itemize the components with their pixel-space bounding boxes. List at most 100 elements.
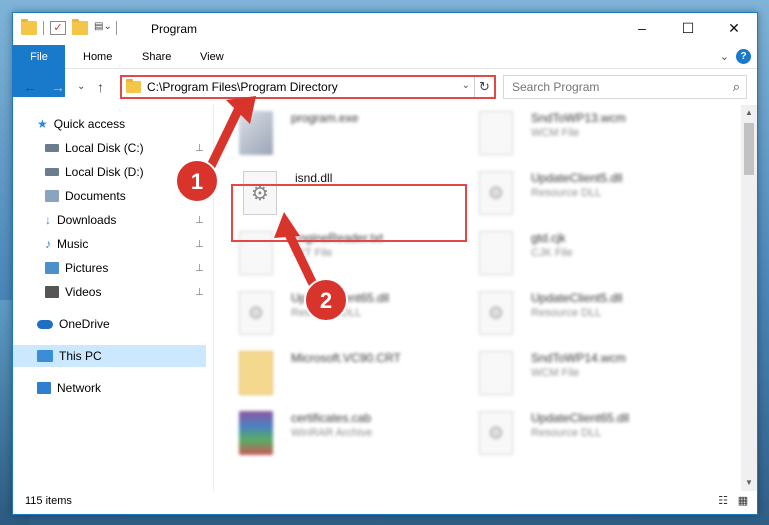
file-type: Resource DLL: [531, 307, 602, 319]
file-name: SndToWP13.wcm: [531, 111, 626, 125]
file-name: UpdateClient5.dll: [531, 291, 623, 305]
scroll-up-icon[interactable]: ▲: [741, 105, 757, 121]
file-type: TXT File: [291, 247, 333, 259]
file-name: isnd.dll: [295, 171, 333, 185]
pin-icon[interactable]: ⊥: [195, 143, 204, 154]
file-name: program.exe: [291, 111, 359, 125]
file-type: Resource DLL: [531, 427, 602, 439]
sidebar-item-label: Quick access: [53, 117, 126, 131]
file-explorer-window: ✓ ▤⌄ Program – ☐ ✕ File Home Share View …: [12, 12, 758, 515]
dll-gear-icon: ⚙: [479, 291, 513, 335]
sidebar-item-quick-access[interactable]: ★ Quick access: [37, 113, 125, 135]
file-type: CJK File: [531, 247, 573, 259]
properties-icon[interactable]: ✓: [50, 21, 66, 35]
file-name: Microsoft.VC90.CRT: [291, 351, 401, 365]
search-input[interactable]: [504, 76, 714, 98]
search-icon[interactable]: ⌕: [733, 79, 740, 95]
pin-icon[interactable]: ⊥: [195, 215, 204, 226]
folder-icon: [126, 79, 141, 93]
pin-icon[interactable]: ⊥: [195, 263, 204, 274]
sidebar-item-label: Local Disk (C:): [65, 141, 144, 155]
item-count: 115 items: [25, 495, 72, 507]
folder-icon: [239, 351, 273, 395]
file-item[interactable]: program.exe: [229, 107, 459, 159]
network-icon: [37, 382, 51, 394]
sidebar-item-local-disk-c[interactable]: Local Disk (C:) ⊥: [45, 137, 204, 159]
tab-view[interactable]: View: [200, 45, 224, 69]
ribbon-tabs: File Home Share View ⌄ ?: [13, 45, 757, 97]
file-item[interactable]: SndToWP14.wcm WCM File: [469, 347, 699, 399]
file-item[interactable]: SndToWP13.wcm WCM File: [469, 107, 699, 159]
highlight-box: [231, 184, 467, 242]
cloud-icon: [37, 319, 53, 329]
forward-button[interactable]: →: [51, 79, 65, 95]
sidebar-item-this-pc[interactable]: This PC: [13, 345, 206, 367]
music-icon: ♪: [45, 237, 51, 251]
scrollbar-thumb[interactable]: [744, 123, 754, 175]
toolbar-separator: [116, 21, 117, 35]
file-type: Resource DLL: [291, 307, 362, 319]
drive-icon: [45, 144, 59, 152]
sidebar-item-label: Documents: [65, 189, 126, 203]
folder-icon[interactable]: [21, 19, 37, 35]
sidebar-item-music[interactable]: ♪ Music ⊥: [45, 233, 204, 255]
refresh-button[interactable]: ↻: [474, 77, 494, 97]
address-path[interactable]: C:\Program Files\Program Directory: [147, 80, 338, 94]
back-button[interactable]: ←: [23, 79, 37, 95]
address-dropdown-icon[interactable]: ⌄: [462, 80, 470, 91]
expand-ribbon-icon[interactable]: ⌄: [720, 50, 729, 63]
sidebar-item-downloads[interactable]: ↓ Downloads ⊥: [45, 209, 204, 231]
large-icons-view-icon[interactable]: ▦: [735, 494, 751, 508]
file-list: program.exe SndToWP13.wcm WCM File ⚙ isn…: [219, 105, 739, 491]
up-button[interactable]: ↑: [97, 79, 104, 95]
file-item[interactable]: Microsoft.VC90.CRT: [229, 347, 459, 399]
sidebar-item-videos[interactable]: Videos ⊥: [45, 281, 204, 303]
picture-icon: [45, 262, 59, 274]
video-icon: [45, 286, 59, 298]
sidebar-item-onedrive[interactable]: OneDrive: [37, 313, 110, 335]
tab-home[interactable]: Home: [83, 45, 112, 69]
dll-gear-icon: ⚙: [239, 291, 273, 335]
pin-icon[interactable]: ⊥: [195, 239, 204, 250]
tab-share[interactable]: Share: [142, 45, 171, 69]
vertical-scrollbar[interactable]: ▲ ▼: [741, 105, 757, 491]
winrar-icon: [239, 411, 273, 455]
sidebar-item-pictures[interactable]: Pictures ⊥: [45, 257, 204, 279]
file-item[interactable]: certificates.cab WinRAR Archive: [229, 407, 459, 459]
file-type: WCM File: [531, 367, 580, 379]
file-item[interactable]: ⚙ UpdateClient5.dll Resource DLL: [469, 167, 699, 219]
sidebar-item-label: Videos: [65, 285, 102, 299]
sidebar-item-network[interactable]: Network: [37, 377, 101, 399]
customize-toolbar-icon[interactable]: ▤⌄: [94, 21, 112, 35]
search-box[interactable]: ⌕: [503, 75, 747, 99]
star-icon: ★: [37, 117, 48, 131]
sidebar-item-label: Network: [57, 381, 102, 395]
file-item[interactable]: gtd.cjk CJK File: [469, 227, 699, 279]
minimize-button[interactable]: –: [619, 13, 665, 43]
file-item[interactable]: ⚙ UpdateClient65.dll Resource DLL: [229, 287, 459, 339]
blank-file-icon: [479, 231, 513, 275]
sidebar-item-label: Local Disk (D:): [65, 165, 144, 179]
drive-icon: [45, 168, 59, 176]
file-type: WinRAR Archive: [291, 427, 373, 439]
close-button[interactable]: ✕: [711, 13, 757, 43]
sidebar-item-documents[interactable]: Documents: [45, 185, 126, 207]
navigation-bar: ← → ⌄ ↑ C:\Program Files\Program Directo…: [13, 69, 757, 105]
maximize-button[interactable]: ☐: [665, 13, 711, 43]
navigation-pane: ★ Quick access Local Disk (C:) ⊥ Local D…: [13, 111, 206, 491]
file-type: Resource DLL: [531, 187, 602, 199]
new-folder-icon[interactable]: [72, 19, 88, 35]
quick-access-toolbar: ✓ ▤⌄: [21, 19, 117, 35]
recent-locations-button[interactable]: ⌄: [77, 81, 85, 92]
pin-icon[interactable]: ⊥: [195, 287, 204, 298]
status-bar: 115 items ☷ ▦: [13, 489, 757, 514]
sidebar-item-local-disk-d[interactable]: Local Disk (D:): [45, 161, 144, 183]
file-item[interactable]: ⚙ UpdateClient65.dll Resource DLL: [469, 407, 699, 459]
details-view-icon[interactable]: ☷: [715, 494, 731, 508]
file-item[interactable]: ⚙ UpdateClient5.dll Resource DLL: [469, 287, 699, 339]
address-bar[interactable]: C:\Program Files\Program Directory ⌄ ↻: [120, 75, 496, 99]
sidebar-item-label: Pictures: [65, 261, 109, 275]
help-icon[interactable]: ?: [736, 49, 751, 64]
toolbar-separator: [43, 21, 44, 35]
download-icon: ↓: [45, 213, 51, 227]
